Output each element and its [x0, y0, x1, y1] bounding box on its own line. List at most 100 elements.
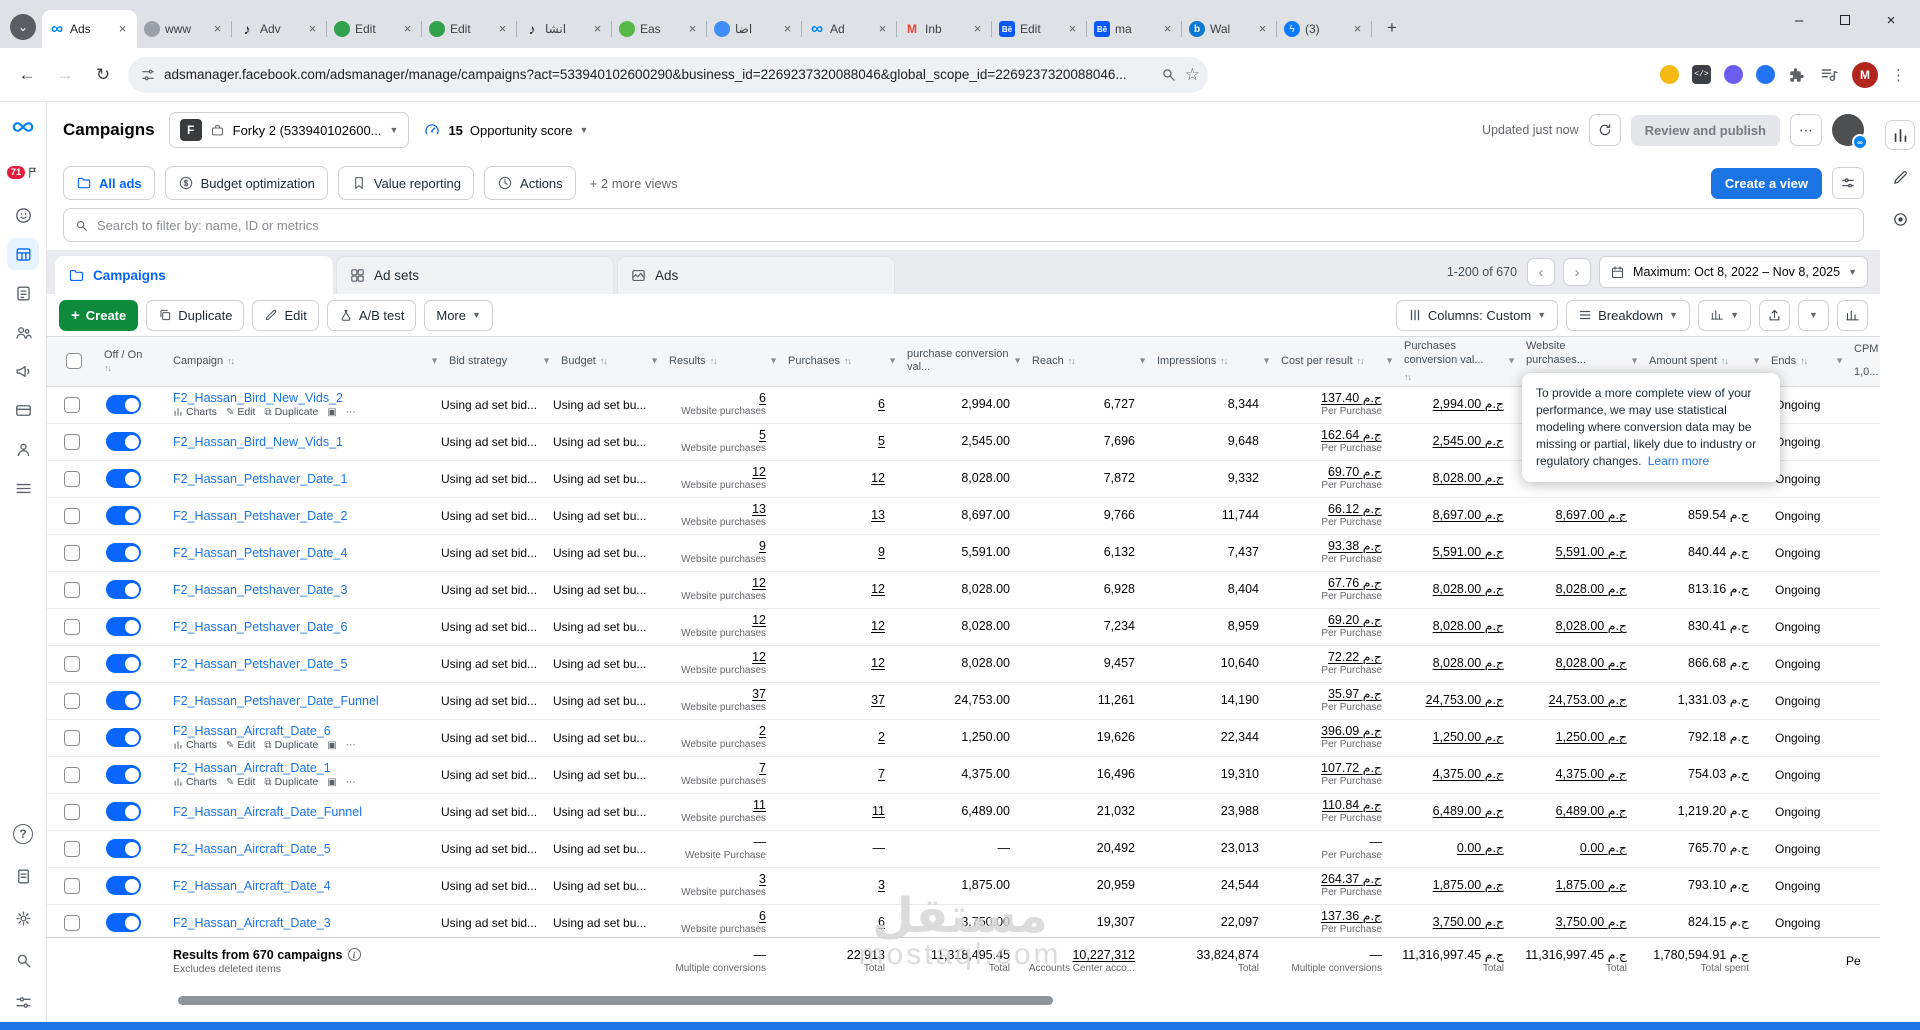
view-tab-budget-optimization[interactable]: Budget optimization [164, 166, 328, 200]
reload-button[interactable]: ↻ [86, 58, 120, 92]
tab-close-icon[interactable]: × [970, 21, 985, 37]
column-menu-caret[interactable]: ▼ [1835, 356, 1844, 367]
campaign-name-link[interactable]: F2_Hassan_Petshaver_Date_2 [173, 509, 435, 523]
more-options-button[interactable]: ⋯ [1790, 114, 1822, 146]
tab-campaigns[interactable]: Campaigns [55, 256, 333, 294]
column-menu-caret[interactable]: ▼ [430, 356, 439, 367]
extension-purple-icon[interactable] [1724, 65, 1743, 84]
campaign-name-link[interactable]: F2_Hassan_Petshaver_Date_6 [173, 620, 435, 634]
duplicate-action[interactable]: ⧉ Duplicate [264, 406, 318, 418]
campaign-name-link[interactable]: F2_Hassan_Aircraft_Date_1 [173, 761, 435, 775]
column-header-impressions[interactable]: Impressions ↑↓ ▼ [1149, 337, 1273, 386]
pin-icon[interactable]: ▣ [327, 740, 336, 751]
address-bar[interactable]: adsmanager.facebook.com/adsmanager/manag… [128, 56, 1208, 93]
column-header-purchases[interactable]: Purchases ↑↓ ▼ [780, 337, 899, 386]
meta-logo-icon[interactable] [10, 114, 36, 140]
browser-tab[interactable]: ϟ (3) × [1277, 10, 1372, 48]
campaign-name-link[interactable]: F2_Hassan_Aircraft_Date_4 [173, 879, 435, 893]
campaign-name-link[interactable]: F2_Hassan_Petshaver_Date_5 [173, 657, 435, 671]
export-menu-button[interactable]: ▼ [1798, 299, 1829, 331]
select-all-checkbox[interactable] [65, 353, 82, 370]
sidebar-item-campaigns[interactable] [7, 238, 39, 270]
row-checkbox[interactable] [63, 840, 80, 857]
sidebar-item-preferences[interactable] [7, 986, 39, 1018]
tab-close-icon[interactable]: × [115, 21, 130, 37]
zoom-icon[interactable] [1160, 66, 1177, 83]
opportunity-score[interactable]: 15 Opportunity score ▼ [423, 121, 588, 139]
browser-tab[interactable]: اضا × [707, 10, 802, 48]
column-header-budget[interactable]: Budget ↑↓ ▼ [553, 337, 661, 386]
tab-ad-sets[interactable]: Ad sets [336, 256, 614, 294]
column-menu-caret[interactable]: ▼ [888, 356, 897, 367]
sort-icon[interactable]: ↑↓ [600, 356, 608, 367]
ab-test-button[interactable]: A/B test [326, 299, 417, 331]
sort-icon[interactable]: ↑↓ [1220, 356, 1228, 367]
column-menu-caret[interactable]: ▼ [769, 356, 778, 367]
sort-icon[interactable]: ↑↓ [1068, 356, 1076, 367]
edit-button[interactable]: Edit [252, 299, 319, 331]
sidebar-item-reports[interactable] [7, 860, 39, 892]
sidebar-item-account-overview[interactable] [7, 199, 39, 231]
column-menu-caret[interactable]: ▼ [1630, 356, 1639, 367]
user-avatar[interactable]: ∞ [1832, 114, 1868, 150]
duplicate-action[interactable]: ⧉ Duplicate [264, 739, 318, 751]
column-menu-caret[interactable]: ▼ [1262, 356, 1271, 367]
view-settings-button[interactable] [1832, 167, 1864, 199]
sidebar-item-ads-reporting[interactable] [7, 277, 39, 309]
browser-tab[interactable]: b Wal × [1182, 10, 1277, 48]
sort-icon[interactable]: ↑↓ [710, 356, 718, 367]
browser-tab[interactable]: Bē ma × [1087, 10, 1182, 48]
row-checkbox[interactable] [63, 507, 80, 524]
row-checkbox[interactable] [63, 729, 80, 746]
extension-yellow-icon[interactable] [1660, 65, 1679, 84]
insights-button[interactable] [1885, 120, 1915, 150]
breakdown-button[interactable]: Breakdown ▼ [1566, 299, 1691, 331]
column-header-name[interactable]: Campaign ↑↓ ▼ [165, 337, 441, 386]
tab-close-icon[interactable]: × [1255, 21, 1270, 37]
column-header-cpi[interactable]: CPM 1,0... [1846, 337, 1880, 386]
review-publish-button[interactable]: Review and publish [1630, 114, 1780, 146]
chrome-menu-icon[interactable]: ⋮ [1891, 66, 1906, 84]
browser-tab[interactable]: ∞ Ads × [42, 10, 137, 48]
chrome-profile-avatar[interactable]: M [1852, 61, 1878, 88]
view-tab-actions[interactable]: Actions [484, 166, 576, 200]
campaign-name-link[interactable]: F2_Hassan_Bird_New_Vids_1 [173, 435, 435, 449]
sort-icon[interactable]: ↑↓ [1404, 372, 1412, 383]
campaign-toggle[interactable] [106, 876, 141, 896]
browser-tab[interactable]: Edit × [327, 10, 422, 48]
pin-icon[interactable]: ▣ [327, 407, 336, 418]
maximize-button[interactable] [1822, 0, 1868, 40]
column-menu-caret[interactable]: ▼ [542, 356, 551, 367]
column-menu-caret[interactable]: ▼ [1138, 356, 1147, 367]
account-selector[interactable]: F Forky 2 (533940102600... ▼ [168, 112, 410, 148]
tab-close-icon[interactable]: × [305, 21, 320, 37]
campaign-name-link[interactable]: F2_Hassan_Aircraft_Date_6 [173, 724, 435, 738]
sort-icon[interactable]: ↑↓ [104, 363, 112, 374]
search-input[interactable] [97, 217, 1853, 233]
tab-close-icon[interactable]: × [590, 21, 605, 37]
column-menu-caret[interactable]: ▼ [1752, 356, 1761, 367]
tab-search-button[interactable]: ⌄ [10, 14, 36, 40]
campaign-name-link[interactable]: F2_Hassan_Aircraft_Date_Funnel [173, 805, 435, 819]
column-header-purch_conv[interactable]: Purchases conversion val... ↑↓ ▼ [1396, 337, 1518, 386]
sidebar-item-all-tools[interactable] [7, 472, 39, 504]
campaign-name-link[interactable]: F2_Hassan_Petshaver_Date_4 [173, 546, 435, 560]
column-menu-caret[interactable]: ▼ [650, 356, 659, 367]
tab-ads[interactable]: Ads [617, 256, 895, 294]
create-button[interactable]: + Create [59, 299, 139, 331]
charts-button[interactable]: ▼ [1698, 299, 1751, 331]
campaign-toggle[interactable] [106, 580, 141, 600]
campaign-toggle[interactable] [106, 469, 141, 489]
learn-more-link[interactable]: Learn more [1648, 454, 1709, 468]
column-header-check[interactable] [47, 337, 96, 386]
browser-tab[interactable]: ♪ انشا × [517, 10, 612, 48]
edit-action[interactable]: ✎ Edit [226, 776, 255, 788]
tab-close-icon[interactable]: × [1350, 21, 1365, 37]
tab-close-icon[interactable]: × [875, 21, 890, 37]
sidebar-item-account-settings[interactable] [7, 433, 39, 465]
sidebar-item-help[interactable]: ? [7, 818, 39, 850]
row-checkbox[interactable] [63, 396, 80, 413]
campaign-name-link[interactable]: F2_Hassan_Bird_New_Vids_2 [173, 391, 435, 405]
row-checkbox[interactable] [63, 544, 80, 561]
charts-action[interactable]: Charts [173, 406, 217, 418]
